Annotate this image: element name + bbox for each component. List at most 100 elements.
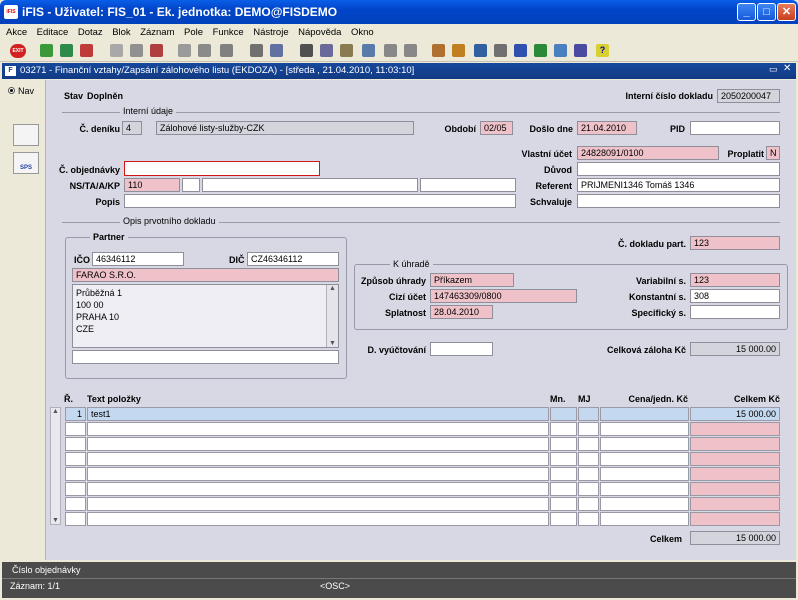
proplatit-field[interactable]: N	[766, 146, 780, 160]
a-field[interactable]	[202, 178, 418, 192]
save-icon[interactable]	[40, 44, 53, 57]
obdobi-field[interactable]: 02/05	[480, 121, 513, 135]
copy-icon[interactable]	[320, 44, 333, 57]
cell-r[interactable]: 1	[65, 407, 86, 421]
cell-mn[interactable]	[550, 482, 577, 496]
cell-r[interactable]	[65, 482, 86, 496]
cell-cena[interactable]	[600, 422, 689, 436]
referent-input[interactable]: PRIJMENI1346 Tomáš 1346	[577, 178, 780, 192]
menu-akce[interactable]: Akce	[6, 27, 27, 38]
cell-text[interactable]	[87, 437, 549, 451]
address-textarea[interactable]: Průběžná 1 100 00 PRAHA 10 CZE	[72, 284, 339, 348]
cell-cena[interactable]	[600, 512, 689, 526]
cell-mn[interactable]	[550, 497, 577, 511]
cell-text[interactable]	[87, 497, 549, 511]
cell-mn[interactable]	[550, 512, 577, 526]
specificky-input[interactable]	[690, 305, 780, 319]
cell-mj[interactable]	[578, 452, 599, 466]
menu-okno[interactable]: Okno	[351, 27, 374, 38]
cell-text[interactable]	[87, 467, 549, 481]
cell-mn[interactable]	[550, 437, 577, 451]
calc-icon[interactable]	[432, 44, 445, 57]
cell-text[interactable]	[87, 452, 549, 466]
cell-celkem[interactable]	[690, 422, 780, 436]
cell-text[interactable]	[87, 422, 549, 436]
c-deniku-field[interactable]: 4	[122, 121, 142, 135]
nav-radio[interactable]	[8, 87, 15, 94]
cell-mn[interactable]	[550, 467, 577, 481]
cell-cena[interactable]	[600, 482, 689, 496]
tools-icon[interactable]	[452, 44, 465, 57]
cell-celkem[interactable]	[690, 452, 780, 466]
close-button[interactable]: ✕	[777, 3, 796, 21]
insert-record-icon[interactable]	[60, 44, 73, 57]
cell-mj[interactable]	[578, 482, 599, 496]
cell-r[interactable]	[65, 452, 86, 466]
cell-cena[interactable]	[600, 407, 689, 421]
sps-icon[interactable]: SPS	[13, 152, 39, 174]
window-title-bar[interactable]: iFIS - Uživatel: FIS_01 - Ek. jednotka: …	[0, 0, 798, 24]
address-scrollbar[interactable]: ▲ ▼	[326, 285, 338, 347]
c-dokladu-part-field[interactable]: 123	[690, 236, 780, 250]
menu-blok[interactable]: Blok	[112, 27, 130, 38]
scroll-up-icon[interactable]: ▲	[327, 285, 338, 292]
clear-icon[interactable]	[110, 44, 123, 57]
search-icon[interactable]	[362, 44, 375, 57]
cell-mn[interactable]	[550, 422, 577, 436]
cell-celkem[interactable]	[690, 467, 780, 481]
minimize-button[interactable]: _	[737, 3, 756, 21]
ns-field[interactable]: 110	[124, 178, 180, 192]
cell-r[interactable]	[65, 512, 86, 526]
menu-zaznam[interactable]: Záznam	[140, 27, 174, 38]
query-icon[interactable]	[178, 44, 191, 57]
list-icon[interactable]	[384, 44, 397, 57]
cell-mj[interactable]	[578, 422, 599, 436]
d-vyuctovani-input[interactable]	[430, 342, 493, 356]
menu-funkce[interactable]: Funkce	[213, 27, 244, 38]
cell-celkem[interactable]	[690, 482, 780, 496]
web-icon[interactable]	[554, 44, 567, 57]
interni-cislo-field[interactable]: 2050200047	[717, 89, 780, 103]
execute-query-icon[interactable]	[198, 44, 211, 57]
menu-nastroje[interactable]: Nástroje	[253, 27, 288, 38]
cell-mj[interactable]	[578, 437, 599, 451]
scroll-down-icon[interactable]: ▼	[327, 340, 338, 347]
cut-icon[interactable]	[300, 44, 313, 57]
cell-celkem[interactable]: 15 000.00	[690, 407, 780, 421]
cell-r[interactable]	[65, 497, 86, 511]
maximize-button[interactable]: □	[757, 3, 776, 21]
cell-cena[interactable]	[600, 497, 689, 511]
save-disk-icon[interactable]	[270, 44, 283, 57]
cell-r[interactable]	[65, 437, 86, 451]
excel-icon[interactable]	[534, 44, 547, 57]
menu-dotaz[interactable]: Dotaz	[78, 27, 103, 38]
cizi-ucet-field[interactable]: 147463309/0800	[430, 289, 577, 303]
ico-input[interactable]: 46346112	[92, 252, 184, 266]
cell-celkem[interactable]	[690, 497, 780, 511]
cell-r[interactable]	[65, 422, 86, 436]
cell-cena[interactable]	[600, 452, 689, 466]
filter-icon[interactable]	[220, 44, 233, 57]
cell-text[interactable]	[87, 512, 549, 526]
cell-r[interactable]	[65, 467, 86, 481]
cell-mj[interactable]	[578, 512, 599, 526]
align-icon[interactable]	[404, 44, 417, 57]
paste-icon[interactable]	[340, 44, 353, 57]
exit-icon[interactable]: EXIT	[10, 44, 26, 58]
ta-field[interactable]	[182, 178, 200, 192]
dic-input[interactable]: CZ46346112	[247, 252, 339, 266]
word-icon[interactable]	[514, 44, 527, 57]
cell-text[interactable]	[87, 482, 549, 496]
popis-input[interactable]	[124, 194, 516, 208]
menu-editace[interactable]: Editace	[37, 27, 69, 38]
cell-celkem[interactable]	[690, 437, 780, 451]
export-icon[interactable]	[574, 44, 587, 57]
delete-record-icon[interactable]	[80, 44, 93, 57]
pid-field[interactable]	[690, 121, 780, 135]
c-objednavky-input[interactable]	[124, 161, 320, 176]
cell-mj[interactable]	[578, 497, 599, 511]
cell-mj[interactable]	[578, 467, 599, 481]
vlastni-ucet-field[interactable]: 24828091/0100	[577, 146, 719, 160]
cell-mn[interactable]	[550, 452, 577, 466]
remove-icon[interactable]	[150, 44, 163, 57]
